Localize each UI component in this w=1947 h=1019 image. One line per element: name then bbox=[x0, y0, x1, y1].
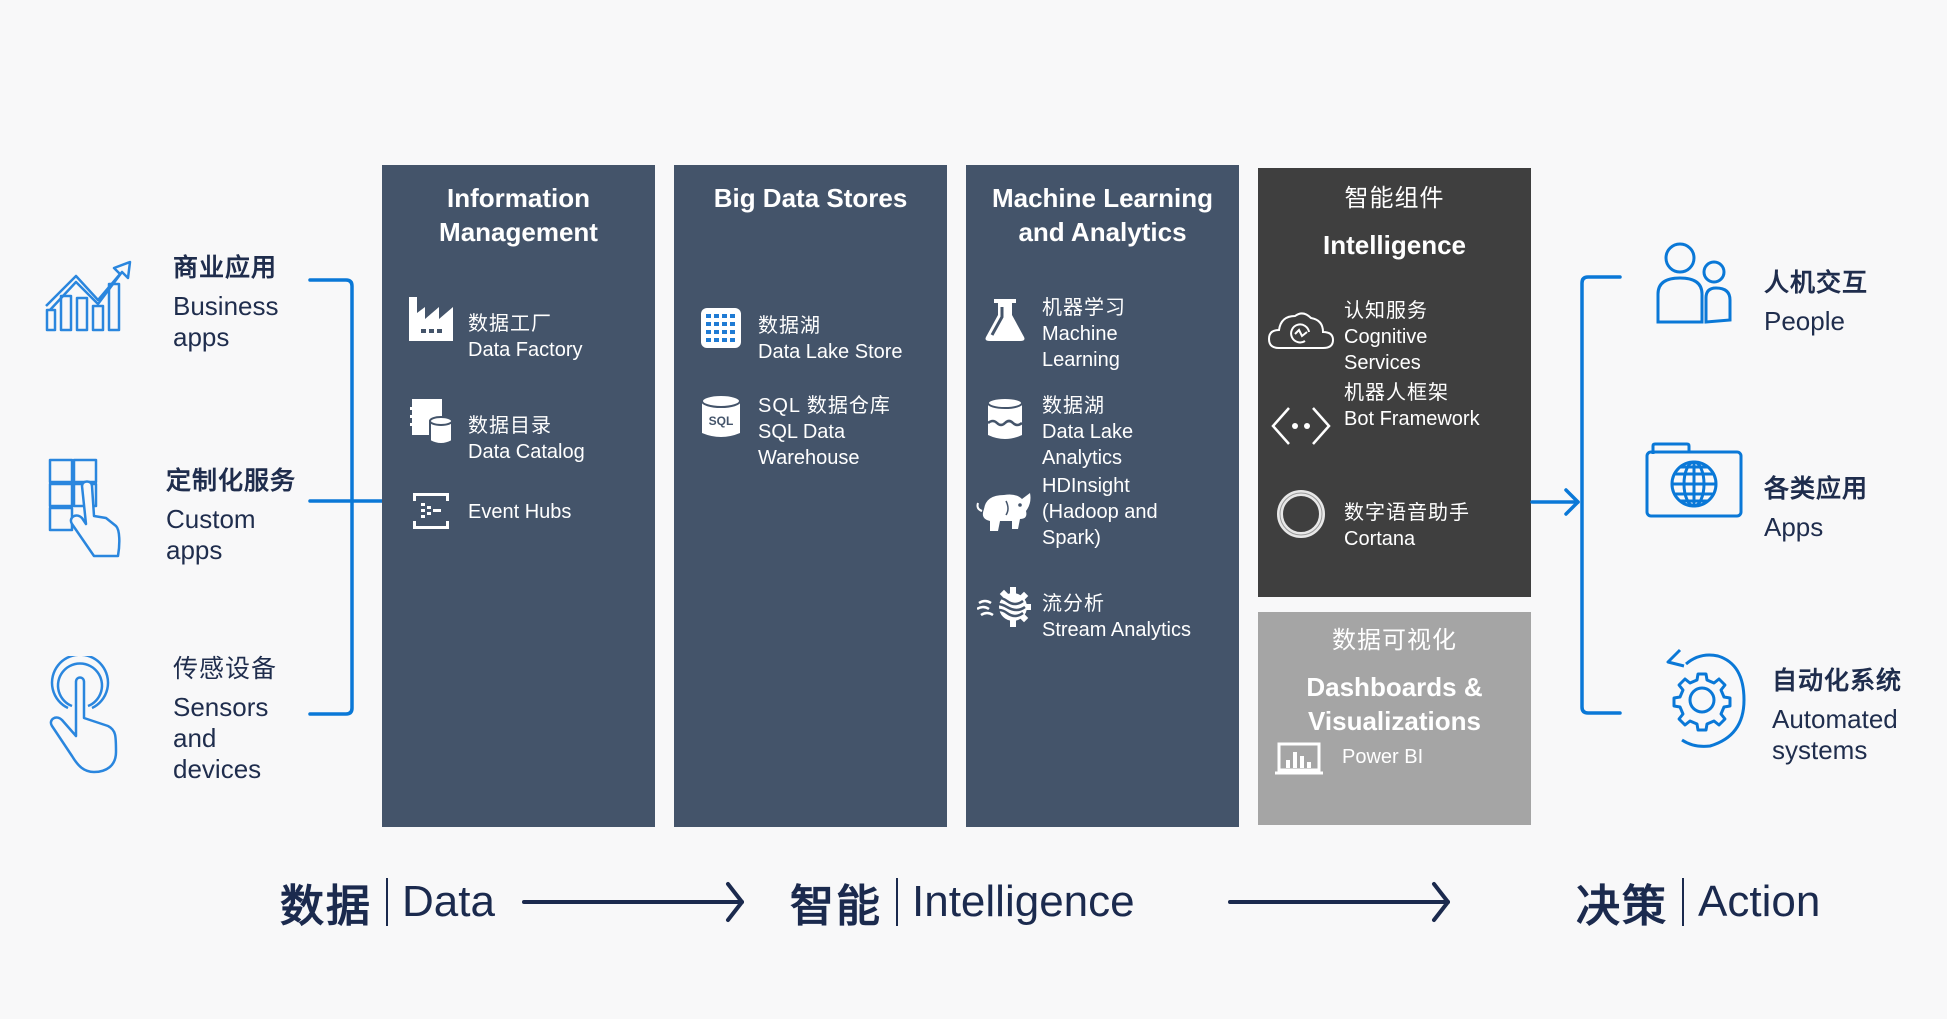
footer-stage-intelligence: 智能 Intelligence bbox=[790, 872, 1135, 932]
target-title-en: People bbox=[1764, 306, 1845, 336]
service-name-zh: 机器人框架 bbox=[1344, 382, 1449, 404]
stage-label-zh: 智能 bbox=[790, 882, 882, 931]
left-bracket-connector bbox=[308, 278, 388, 716]
service-bot-framework[interactable]: 机器人框架 Bot Framework bbox=[1266, 382, 1494, 448]
service-machine-learning[interactable]: 机器学习 Machine Learning bbox=[976, 297, 1192, 373]
stage-separator bbox=[896, 878, 898, 926]
panel-dashboards: 数据可视化 Dashboards & Visualizations Power … bbox=[1258, 612, 1531, 825]
source-title-zh: 商业应用 bbox=[173, 254, 278, 282]
source-title-en: Custom apps bbox=[166, 504, 256, 565]
service-data-lake-analytics[interactable]: 数据湖 Data Lake Analytics bbox=[976, 395, 1192, 471]
stage-separator bbox=[1682, 878, 1684, 926]
cloud-brain-icon bbox=[1266, 308, 1336, 352]
service-name-en: Data Factory bbox=[468, 339, 583, 361]
stage-label-en: Data bbox=[402, 877, 495, 926]
bot-icon bbox=[1266, 404, 1336, 448]
panel-title: Information Management bbox=[439, 183, 598, 247]
target-title-zh: 自动化系统 bbox=[1772, 667, 1903, 695]
stream-gear-icon bbox=[976, 585, 1034, 629]
event-hubs-icon bbox=[402, 491, 460, 531]
service-hdinsight[interactable]: HDInsight (Hadoop and Spark) bbox=[976, 473, 1192, 551]
panel-information-management: Information Management 数据工厂 Data Factory… bbox=[382, 165, 655, 827]
target-title-en: Apps bbox=[1764, 512, 1824, 542]
service-name-zh: 数字语音助手 bbox=[1344, 502, 1470, 524]
lake-database-icon bbox=[976, 395, 1034, 441]
service-name-en: Event Hubs bbox=[468, 501, 572, 523]
panel-intelligence: 智能组件 Intelligence 认知服务 Cognitive Service… bbox=[1258, 168, 1531, 597]
flow-arrow-icon bbox=[1228, 882, 1450, 922]
right-bracket-connector bbox=[1530, 275, 1622, 715]
stage-label-en: Intelligence bbox=[912, 877, 1135, 926]
globe-folder-icon bbox=[1645, 442, 1743, 518]
panel-title: Machine Learning and Analytics bbox=[991, 183, 1214, 247]
service-name-en: Bot Framework bbox=[1344, 408, 1480, 430]
service-name-zh: 数据湖 bbox=[1042, 395, 1105, 417]
panel-title-zh: 数据可视化 bbox=[1332, 627, 1457, 654]
sql-database-icon: SQL bbox=[692, 393, 750, 441]
footer-stage-data: 数据 Data bbox=[280, 872, 495, 932]
catalog-icon bbox=[402, 397, 460, 445]
service-name-en: Cortana bbox=[1344, 528, 1416, 550]
stage-label-zh: 决策 bbox=[1576, 882, 1668, 931]
svg-text:SQL: SQL bbox=[709, 414, 734, 428]
service-name-en: Cognitive Services bbox=[1344, 326, 1428, 374]
touch-grid-icon bbox=[48, 458, 124, 562]
service-name-zh: 数据工厂 bbox=[468, 313, 552, 335]
target-title-en: Automated systems bbox=[1772, 704, 1898, 765]
service-name-en: HDInsight (Hadoop and Spark) bbox=[1042, 475, 1158, 549]
source-title-en: Business apps bbox=[173, 291, 279, 352]
service-name-zh: 机器学习 bbox=[1042, 297, 1126, 319]
factory-icon bbox=[402, 295, 460, 343]
service-name-en: SQL Data Warehouse bbox=[758, 421, 860, 469]
service-stream-analytics[interactable]: 流分析 Stream Analytics bbox=[976, 585, 1212, 643]
service-name-en: Power BI bbox=[1342, 746, 1424, 768]
people-icon bbox=[1656, 242, 1736, 326]
elephant-icon bbox=[976, 489, 1034, 537]
service-name-en: Data Lake Analytics bbox=[1042, 421, 1134, 469]
service-cognitive-services[interactable]: 认知服务 Cognitive Services bbox=[1266, 300, 1494, 376]
target-title-zh: 各类应用 bbox=[1764, 475, 1869, 503]
panel-title: Big Data Stores bbox=[713, 183, 908, 213]
source-title-zh: 定制化服务 bbox=[166, 467, 297, 495]
service-name-en: Machine Learning bbox=[1042, 323, 1120, 371]
footer-stage-action: 决策 Action bbox=[1576, 872, 1820, 932]
service-name-zh: 数据目录 bbox=[468, 415, 552, 437]
service-name-en: Data Catalog bbox=[468, 441, 585, 463]
panel-ml-analytics: Machine Learning and Analytics 机器学习 Mach… bbox=[966, 165, 1239, 827]
service-power-bi[interactable]: Power BI bbox=[1270, 742, 1423, 776]
source-title-en: Sensors and devices bbox=[173, 692, 269, 784]
service-name-zh: SQL 数据仓库 bbox=[758, 395, 891, 417]
service-name-en: Stream Analytics bbox=[1042, 619, 1191, 641]
touch-button-icon bbox=[46, 656, 122, 776]
service-data-catalog[interactable]: 数据目录 Data Catalog bbox=[402, 397, 585, 465]
panel-title: Intelligence bbox=[1322, 230, 1467, 260]
cortana-ring-icon bbox=[1266, 488, 1336, 540]
service-data-factory[interactable]: 数据工厂 Data Factory bbox=[402, 295, 582, 363]
service-data-lake-store[interactable]: 数据湖 Data Lake Store bbox=[692, 307, 903, 365]
chart-growth-icon bbox=[42, 254, 134, 332]
service-name-zh: 数据湖 bbox=[758, 315, 821, 337]
service-event-hubs[interactable]: Event Hubs bbox=[402, 491, 571, 531]
service-sql-data-warehouse[interactable]: SQL SQL 数据仓库 SQL Data Warehouse bbox=[692, 393, 908, 471]
panel-big-data-stores: Big Data Stores 数据湖 Data Lake Store SQL … bbox=[674, 165, 947, 827]
flask-icon bbox=[976, 297, 1034, 343]
stage-separator bbox=[386, 878, 388, 926]
source-title-zh: 传感设备 bbox=[173, 655, 278, 683]
service-name-zh: 认知服务 bbox=[1344, 300, 1428, 322]
target-title-zh: 人机交互 bbox=[1764, 269, 1869, 297]
panel-title: Dashboards & Visualizations bbox=[1306, 672, 1483, 736]
panel-title-zh: 智能组件 bbox=[1344, 185, 1445, 212]
data-lake-grid-icon bbox=[692, 307, 750, 349]
stage-label-en: Action bbox=[1698, 877, 1821, 926]
service-name-zh: 流分析 bbox=[1042, 593, 1105, 615]
service-cortana[interactable]: 数字语音助手 Cortana bbox=[1266, 488, 1494, 552]
flow-arrow-icon bbox=[522, 882, 744, 922]
gear-cycle-icon bbox=[1660, 646, 1746, 750]
service-name-en: Data Lake Store bbox=[758, 341, 903, 363]
power-bi-icon bbox=[1270, 742, 1328, 776]
stage-label-zh: 数据 bbox=[280, 882, 372, 931]
